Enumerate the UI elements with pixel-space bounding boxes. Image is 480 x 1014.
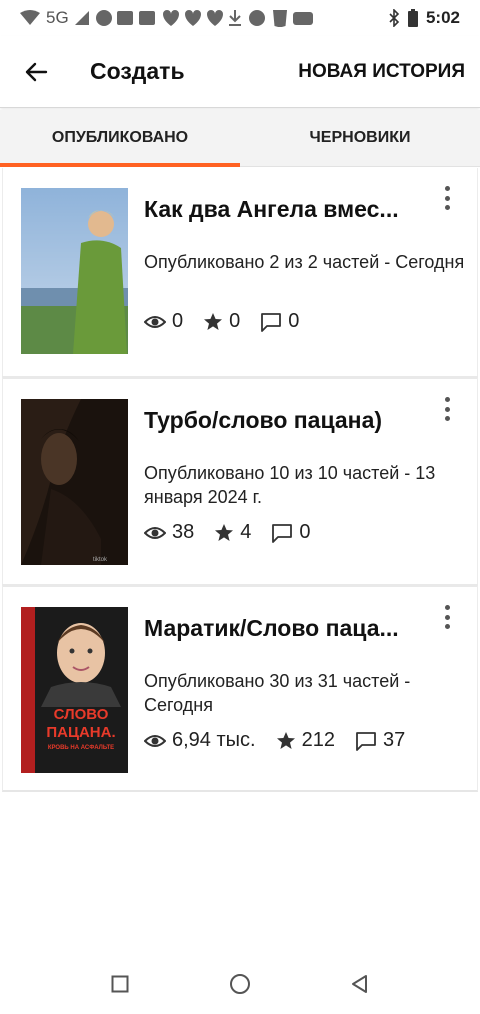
square-icon (111, 975, 129, 993)
views-stat: 38 (144, 521, 194, 544)
eye-icon (144, 734, 166, 747)
star-icon (276, 731, 295, 749)
app-bar: Создать НОВАЯ ИСТОРИЯ (0, 36, 480, 108)
views-stat: 6,94 тыс. (144, 729, 256, 752)
signal-icon (74, 11, 89, 25)
eye-icon (144, 526, 166, 539)
views-stat: 0 (144, 310, 183, 333)
eye-icon (144, 315, 166, 328)
story-card[interactable]: СЛОВО ПАЦАНА. КРОВЬ НА АСФАЛЬТЕ Маратик/… (2, 584, 478, 792)
votes-stat: 0 (203, 310, 240, 333)
triangle-back-icon (352, 975, 367, 993)
comments-stat: 0 (260, 310, 299, 333)
battery-icon (407, 9, 418, 27)
votes-count: 212 (301, 729, 335, 751)
cover-title-top: СЛОВО (54, 706, 109, 723)
star-icon (215, 523, 234, 541)
more-options-button[interactable] (439, 397, 455, 421)
story-title[interactable]: Турбо/слово пацана) (144, 407, 424, 434)
home-button[interactable] (220, 964, 260, 1004)
tab-published[interactable]: ОПУБЛИКОВАНО (0, 110, 240, 167)
story-cover[interactable]: СЛОВО ПАЦАНА. КРОВЬ НА АСФАЛЬТЕ (21, 607, 128, 773)
story-meta: Опубликовано 10 из 10 частей - 13 января… (144, 463, 436, 507)
comment-icon (261, 312, 282, 332)
status-bar: 5G 5:02 (0, 0, 480, 36)
cover-title-bottom: КРОВЬ НА АСФАЛЬТЕ (48, 745, 114, 751)
network-label: 5G (46, 8, 69, 27)
notification-icons (95, 9, 315, 27)
circle-icon (230, 974, 250, 994)
arrow-back-icon (25, 62, 48, 81)
more-vert-icon (444, 605, 450, 610)
story-stats: 38 4 0 (144, 521, 331, 544)
tab-bar: ОПУБЛИКОВАНО ЧЕРНОВИКИ (0, 110, 480, 167)
story-title[interactable]: Как два Ангела вмес... (144, 196, 424, 223)
more-options-button[interactable] (439, 186, 455, 210)
views-count: 6,94 тыс. (172, 729, 256, 751)
comment-icon (272, 523, 293, 543)
system-back-button[interactable] (340, 964, 380, 1004)
comments-count: 0 (299, 521, 311, 543)
status-right: 5:02 (388, 8, 460, 28)
votes-stat: 212 (276, 729, 335, 752)
comments-count: 0 (288, 310, 300, 332)
back-button[interactable] (6, 42, 66, 102)
story-list: Как два Ангела вмес... Опубликовано 2 из… (0, 168, 480, 792)
more-vert-icon (444, 186, 450, 191)
more-options-button[interactable] (439, 605, 455, 629)
comments-stat: 37 (355, 729, 405, 752)
status-left: 5G (20, 8, 315, 28)
story-meta: Опубликовано 2 из 2 частей - Сегодня (144, 252, 465, 272)
story-stats: 6,94 тыс. 212 37 (144, 729, 425, 752)
svg-text:tiktok: tiktok (93, 557, 108, 563)
comments-count: 37 (382, 729, 406, 751)
page-title: Создать (90, 58, 185, 84)
comments-stat: 0 (271, 521, 311, 544)
status-time: 5:02 (425, 8, 460, 27)
story-cover[interactable]: tiktok (21, 399, 128, 565)
more-vert-icon (444, 397, 450, 402)
recents-button[interactable] (100, 964, 140, 1004)
cover-title-middle: ПАЦАНА. (46, 724, 115, 741)
story-card[interactable]: Как два Ангела вмес... Опубликовано 2 из… (2, 168, 478, 376)
story-cover[interactable] (21, 188, 128, 354)
tab-drafts[interactable]: ЧЕРНОВИКИ (240, 110, 480, 166)
star-icon (204, 312, 223, 330)
story-card[interactable]: tiktok Турбо/слово пацана) Опубликовано … (2, 376, 478, 584)
comment-icon (356, 731, 376, 751)
votes-count: 0 (229, 310, 241, 332)
views-count: 0 (172, 310, 184, 332)
votes-count: 4 (240, 521, 252, 543)
story-title[interactable]: Маратик/Слово паца... (144, 615, 424, 642)
wifi-icon (20, 10, 40, 26)
story-stats: 0 0 0 (144, 310, 319, 333)
system-nav-bar (0, 954, 480, 1014)
votes-stat: 4 (214, 521, 251, 544)
story-meta: Опубликовано 30 из 31 частей - Сегодня (144, 671, 411, 715)
new-story-button[interactable]: НОВАЯ ИСТОРИЯ (298, 61, 465, 83)
views-count: 38 (172, 521, 195, 543)
bluetooth-icon (388, 9, 400, 27)
